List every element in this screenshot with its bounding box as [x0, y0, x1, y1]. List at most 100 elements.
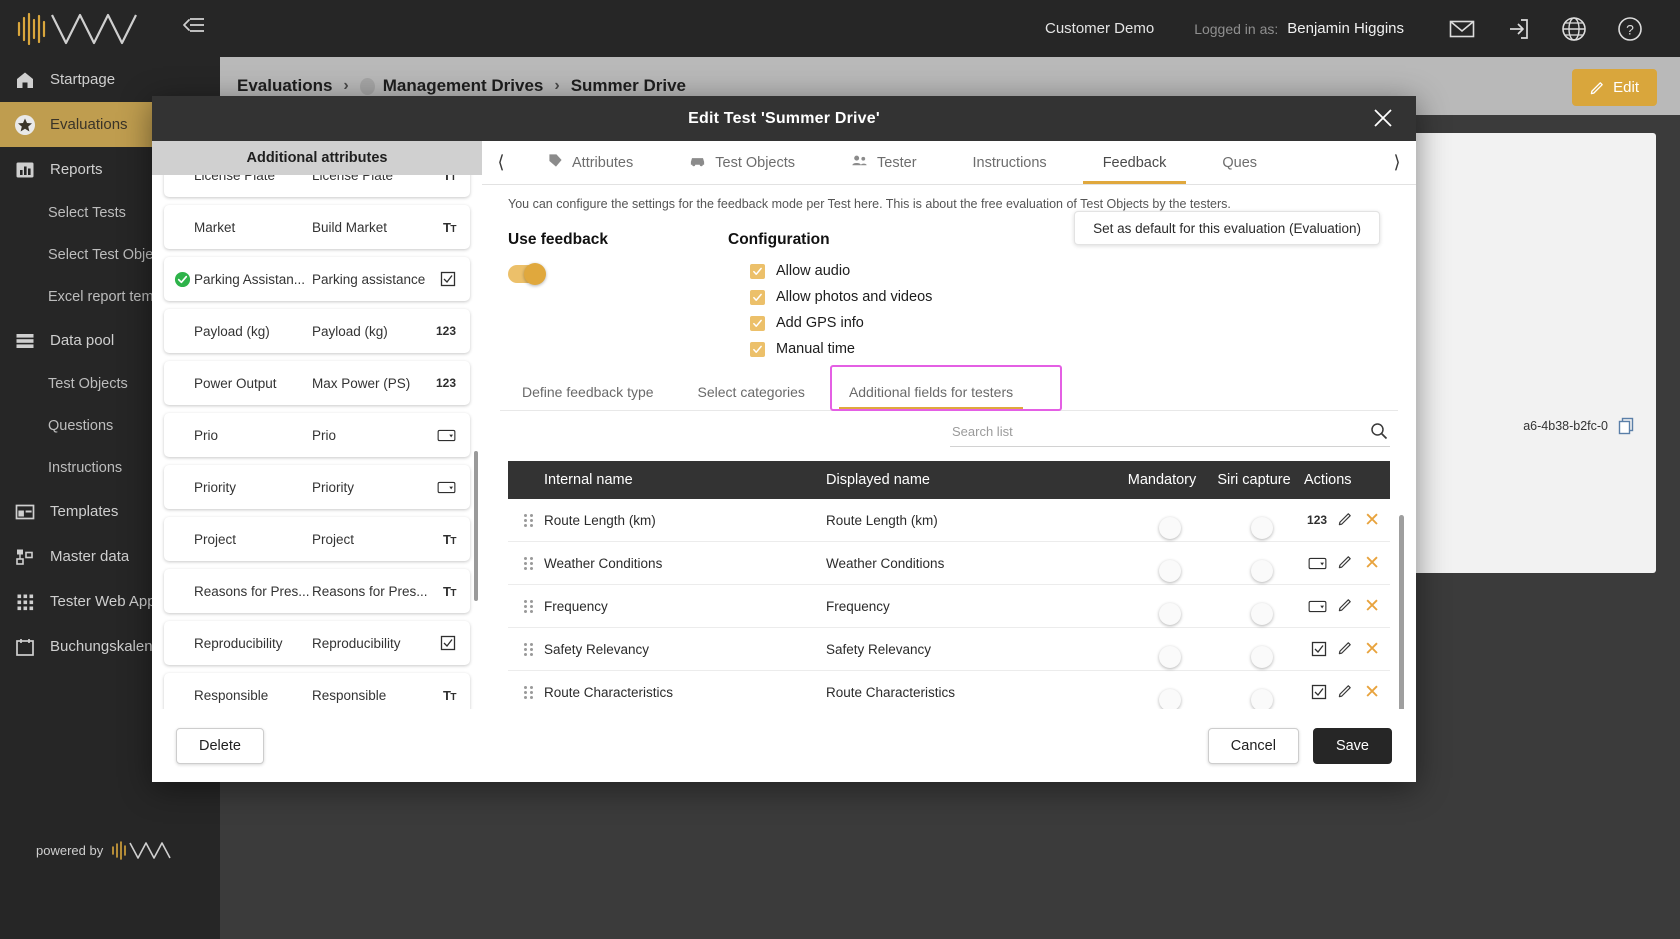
- search-input[interactable]: [950, 419, 1390, 446]
- delete-button[interactable]: Delete: [176, 727, 264, 764]
- tab-label: Attributes: [572, 154, 634, 171]
- attribute-row[interactable]: Power Output Max Power (PS) 123: [164, 361, 470, 405]
- attribute-row[interactable]: License Plate License Plate TT: [164, 175, 470, 197]
- attributes-scrollbar[interactable]: [474, 451, 478, 601]
- tabs-next-icon[interactable]: ⟩: [1378, 152, 1416, 173]
- edit-row-icon[interactable]: [1338, 683, 1353, 701]
- attribute-row[interactable]: Payload (kg) Payload (kg) 123: [164, 309, 470, 353]
- close-icon[interactable]: [1372, 107, 1394, 134]
- tab-label: Tester: [877, 154, 917, 171]
- set-as-default-button[interactable]: Set as default for this evaluation (Eval…: [1074, 211, 1380, 245]
- row-type-icon: [1311, 641, 1327, 657]
- checkbox-icon[interactable]: [750, 315, 765, 331]
- edit-row-icon[interactable]: [1338, 511, 1353, 529]
- tab-label: Test Objects: [715, 154, 796, 171]
- attribute-type-icon: [428, 429, 456, 442]
- drag-handle-icon[interactable]: [508, 513, 544, 527]
- subtab-additional-fields-for-testers[interactable]: Additional fields for testers: [827, 373, 1035, 410]
- collapse-sidebar-icon[interactable]: [182, 16, 206, 39]
- delete-row-icon[interactable]: ✕: [1364, 640, 1380, 659]
- attribute-internal-name: Payload (kg): [194, 323, 270, 339]
- cancel-button[interactable]: Cancel: [1207, 727, 1299, 764]
- edit-test-modal: Edit Test 'Summer Drive' Additional attr…: [152, 96, 1416, 782]
- checkbox-icon[interactable]: [750, 263, 765, 279]
- delete-row-icon[interactable]: ✕: [1364, 597, 1380, 616]
- checkbox-icon[interactable]: [750, 289, 765, 305]
- wavelabs-small-logo-icon: [112, 841, 171, 860]
- table-scrollbar[interactable]: [1399, 515, 1404, 709]
- additional-attributes-list[interactable]: License Plate License Plate TT Market Build …: [152, 175, 482, 709]
- tab-instructions[interactable]: Instructions: [945, 141, 1075, 184]
- app-logo[interactable]: [0, 0, 220, 57]
- sidebar-item-label: Master data: [50, 548, 130, 565]
- attribute-type-icon: TT: [442, 531, 457, 547]
- attribute-internal-name: Prio: [194, 427, 219, 443]
- drag-handle-icon[interactable]: [508, 599, 544, 613]
- guid-row: a6-4b38-b2fc-0: [1523, 417, 1634, 435]
- feedback-pane: ⟨ Attributes Test Objects Tester Instructio…: [482, 141, 1416, 709]
- tabs-prev-icon[interactable]: ⟨: [482, 152, 520, 173]
- configuration-option[interactable]: Allow audio: [728, 263, 1398, 279]
- row-type-icon: [1311, 684, 1327, 700]
- table-row[interactable]: Route Characteristics Route Characteristi…: [508, 671, 1390, 709]
- breadcrumb-middle[interactable]: Management Drives: [383, 76, 544, 96]
- tab-test-objects[interactable]: Test Objects: [661, 141, 823, 184]
- attribute-internal-name: Market: [194, 219, 236, 235]
- save-button[interactable]: Save: [1312, 727, 1392, 764]
- tab-tester[interactable]: Tester: [823, 141, 945, 184]
- checkbox-icon[interactable]: [750, 341, 765, 357]
- col-siri-capture: Siri capture: [1217, 472, 1291, 488]
- copy-icon[interactable]: [1618, 417, 1634, 435]
- edit-row-icon[interactable]: [1338, 597, 1353, 615]
- tab-ques[interactable]: Ques: [1194, 141, 1285, 184]
- star-icon: [14, 114, 36, 136]
- table-row[interactable]: Safety Relevancy Safety Relevancy ✕: [508, 628, 1390, 671]
- attribute-internal-name: Reasons for Pres...: [194, 583, 310, 599]
- configuration-option[interactable]: Manual time: [728, 341, 1398, 357]
- delete-row-icon[interactable]: ✕: [1364, 554, 1380, 573]
- drag-handle-icon[interactable]: [508, 685, 544, 699]
- edit-row-icon[interactable]: [1338, 640, 1353, 658]
- attribute-type-icon: [428, 271, 456, 287]
- attribute-row[interactable]: Market Build Market TT: [164, 205, 470, 249]
- attribute-row[interactable]: Responsible Responsible TT: [164, 673, 470, 709]
- subtab-select-categories[interactable]: Select categories: [676, 373, 827, 410]
- breadcrumb-root[interactable]: Evaluations: [237, 76, 332, 96]
- logout-icon[interactable]: [1490, 17, 1546, 41]
- configuration-option[interactable]: Add GPS info: [728, 315, 1398, 331]
- attribute-row[interactable]: Priority Priority: [164, 465, 470, 509]
- tab-label: Instructions: [972, 154, 1047, 171]
- attribute-type-icon: TT: [442, 175, 457, 183]
- attribute-displayed-name: Responsible: [312, 687, 387, 703]
- attribute-row[interactable]: Prio Prio: [164, 413, 470, 457]
- attribute-row[interactable]: Reproducibility Reproducibility: [164, 621, 470, 665]
- row-internal-name: Safety Relevancy: [544, 641, 650, 657]
- row-internal-name: Route Length (km): [544, 512, 656, 528]
- attribute-row[interactable]: Parking Assistan... Parking assistance: [164, 257, 470, 301]
- calendar-icon: [14, 636, 36, 658]
- delete-row-icon[interactable]: ✕: [1364, 683, 1380, 702]
- powered-by: powered by: [36, 839, 172, 861]
- use-feedback-toggle[interactable]: [508, 263, 546, 285]
- delete-row-icon[interactable]: ✕: [1364, 511, 1380, 530]
- additional-fields-table: Internal name Displayed name Mandatory S…: [508, 461, 1404, 709]
- attribute-internal-name: Reproducibility: [194, 635, 283, 651]
- help-icon[interactable]: ?: [1602, 16, 1658, 42]
- table-row[interactable]: Weather Conditions Weather Conditions ✕: [508, 542, 1390, 585]
- configuration-option-label: Allow photos and videos: [776, 289, 933, 305]
- drag-handle-icon[interactable]: [508, 556, 544, 570]
- tab-attributes[interactable]: Attributes: [520, 141, 661, 184]
- table-row[interactable]: Frequency Frequency ✕: [508, 585, 1390, 628]
- subtab-define-feedback-type[interactable]: Define feedback type: [500, 373, 676, 410]
- configuration-option[interactable]: Allow photos and videos: [728, 289, 1398, 305]
- drag-handle-icon[interactable]: [508, 642, 544, 656]
- edit-row-icon[interactable]: [1338, 554, 1353, 572]
- attribute-row[interactable]: Project Project TT: [164, 517, 470, 561]
- attribute-row[interactable]: Reasons for Pres... Reasons for Pres... TT: [164, 569, 470, 613]
- search-icon[interactable]: [1370, 422, 1388, 445]
- edit-button[interactable]: Edit: [1572, 69, 1657, 106]
- mail-icon[interactable]: [1434, 19, 1490, 39]
- tab-feedback[interactable]: Feedback: [1075, 141, 1195, 184]
- table-row[interactable]: Route Length (km) Route Length (km) 123 ✕: [508, 499, 1390, 542]
- globe-icon[interactable]: [1546, 16, 1602, 42]
